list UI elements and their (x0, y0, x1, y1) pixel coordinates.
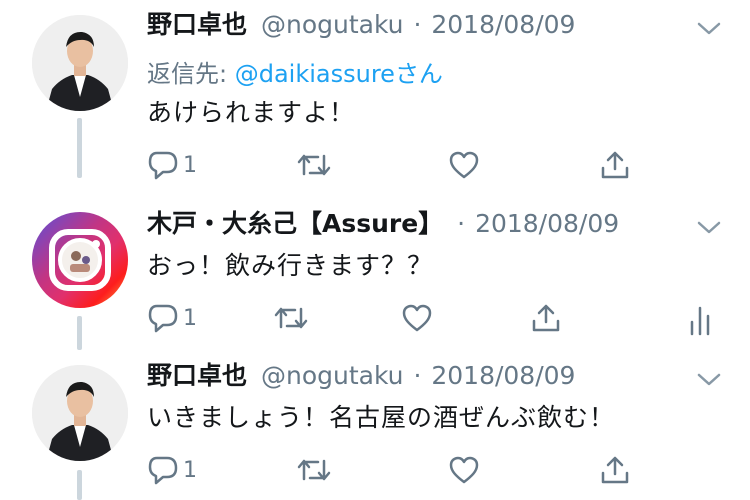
like-icon (448, 150, 480, 180)
caret-down-icon[interactable] (696, 372, 722, 388)
reply-icon (147, 303, 179, 333)
like-button[interactable] (448, 145, 480, 185)
share-icon (530, 302, 562, 334)
analytics-button[interactable] (688, 300, 712, 340)
reply-button[interactable]: 1 (147, 298, 197, 338)
tweet-text: あけられますよ！ (147, 98, 356, 127)
retweet-button[interactable] (273, 298, 309, 338)
reply-icon (147, 150, 179, 180)
share-icon (599, 454, 631, 486)
analytics-icon (688, 304, 712, 336)
separator-dot: · (413, 10, 422, 39)
user-handle[interactable]: @nogutaku (261, 361, 404, 390)
reply-button[interactable]: 1 (147, 145, 197, 185)
separator-dot: · (457, 209, 466, 238)
tweet[interactable]: 野口卓也 @nogutaku · 2018/08/09 いきましょう！名古屋の酒… (0, 350, 750, 500)
reply-icon (147, 455, 179, 485)
user-handle[interactable]: @nogutaku (261, 10, 404, 39)
display-name[interactable]: 木戸・大糸己【Assure】 (147, 209, 443, 238)
retweet-icon (296, 455, 332, 485)
tweet[interactable]: 野口卓也 @nogutaku · 2018/08/09 返信先: @daikia… (0, 0, 750, 200)
tweet[interactable]: 木戸・大糸己【Assure】 · 2018/08/09 おっ！飲み行きます？？ … (0, 200, 750, 350)
tweet-text: いきましょう！名古屋の酒ぜんぶ飲む！ (147, 403, 616, 432)
share-icon (599, 149, 631, 181)
avatar[interactable] (32, 15, 128, 111)
display-name[interactable]: 野口卓也 (147, 361, 247, 390)
tweet-date[interactable]: 2018/08/09 (431, 10, 575, 39)
avatar[interactable] (32, 365, 128, 461)
like-button[interactable] (401, 298, 433, 338)
like-icon (448, 455, 480, 485)
reply-count: 1 (183, 152, 197, 178)
display-name[interactable]: 野口卓也 (147, 10, 247, 39)
retweet-icon (296, 150, 332, 180)
tweet-text: おっ！飲み行きます？？ (147, 251, 434, 280)
retweet-icon (273, 303, 309, 333)
reply-count: 1 (183, 305, 197, 331)
caret-down-icon[interactable] (696, 21, 722, 37)
share-button[interactable] (599, 145, 631, 185)
reply-to-line: 返信先: @daikiassureさん (147, 54, 443, 89)
share-button[interactable] (530, 298, 562, 338)
like-icon (401, 303, 433, 333)
retweet-button[interactable] (296, 145, 332, 185)
reply-to-suffix[interactable]: さん (395, 60, 443, 88)
tweet-date[interactable]: 2018/08/09 (431, 361, 575, 390)
share-button[interactable] (599, 450, 631, 490)
reply-to-handle[interactable]: @daikiassure (235, 60, 395, 88)
retweet-button[interactable] (296, 450, 332, 490)
reply-button[interactable]: 1 (147, 450, 197, 490)
reply-count: 1 (183, 457, 197, 483)
separator-dot: · (413, 361, 422, 390)
caret-down-icon[interactable] (696, 220, 722, 236)
like-button[interactable] (448, 450, 480, 490)
avatar[interactable] (32, 212, 128, 308)
reply-to-prefix: 返信先: (147, 60, 235, 88)
tweet-date[interactable]: 2018/08/09 (475, 209, 619, 238)
